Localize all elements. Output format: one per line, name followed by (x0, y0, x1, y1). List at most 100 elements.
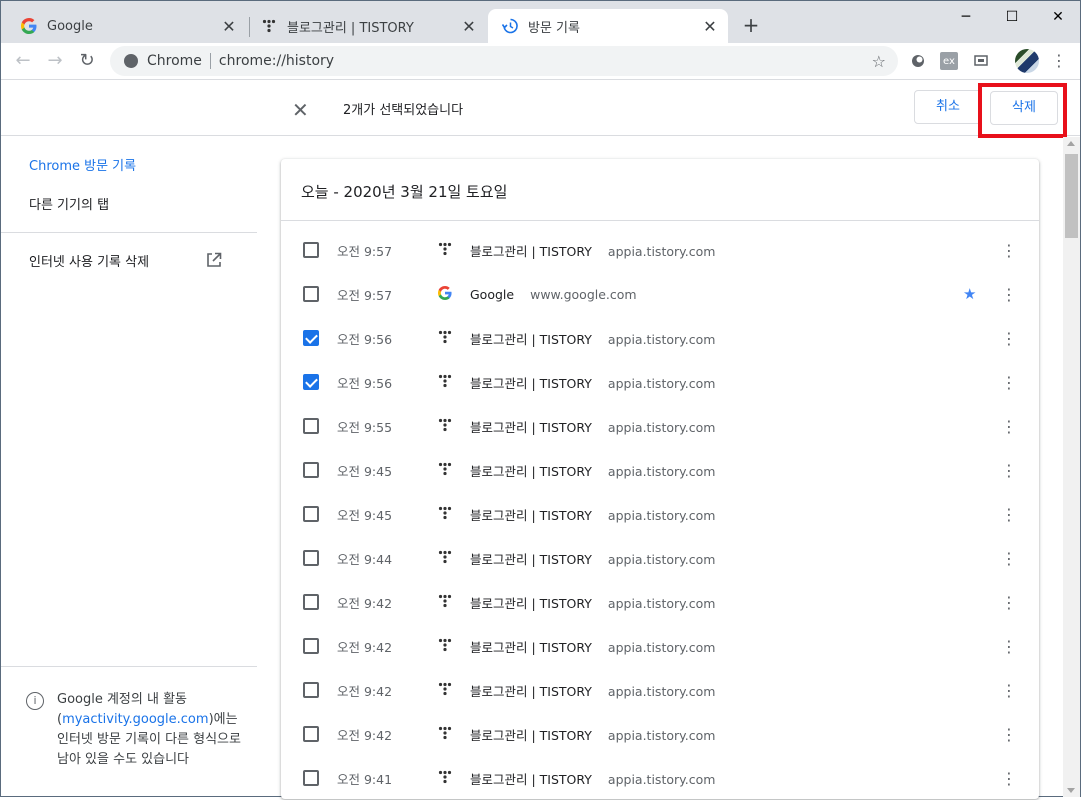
close-icon[interactable]: ✕ (459, 17, 479, 36)
bookmark-star-icon[interactable]: ☆ (872, 52, 886, 71)
minimize-icon[interactable]: ─ (943, 5, 989, 29)
row-title-link[interactable]: 블로그관리 | TISTORY appia.tistory.com (470, 505, 715, 524)
more-actions-icon[interactable]: ⋮ (1001, 637, 1017, 656)
chrome-menu-icon[interactable]: ⋮ (1051, 51, 1067, 70)
row-checkbox[interactable] (303, 550, 319, 566)
row-title[interactable]: 블로그관리 | TISTORY (470, 684, 592, 699)
cancel-button[interactable]: 취소 (914, 90, 982, 124)
scroll-up-arrow-icon[interactable] (1067, 141, 1075, 146)
open-in-new-icon[interactable] (206, 252, 222, 268)
row-title-link[interactable]: 블로그관리 | TISTORY appia.tistory.com (470, 461, 715, 480)
row-title[interactable]: 블로그관리 | TISTORY (470, 508, 592, 523)
row-title[interactable]: Google (470, 287, 514, 302)
row-title-link[interactable]: 블로그관리 | TISTORY appia.tistory.com (470, 417, 715, 436)
row-title-link[interactable]: 블로그관리 | TISTORY appia.tistory.com (470, 241, 715, 260)
row-checkbox[interactable] (303, 594, 319, 610)
more-actions-icon[interactable]: ⋮ (1001, 769, 1017, 788)
row-title-link[interactable]: 블로그관리 | TISTORY appia.tistory.com (470, 329, 715, 348)
row-title[interactable]: 블로그관리 | TISTORY (470, 376, 592, 391)
more-actions-icon[interactable]: ⋮ (1001, 329, 1017, 348)
clear-selection-icon[interactable]: ✕ (292, 98, 309, 122)
row-title-link[interactable]: 블로그관리 | TISTORY appia.tistory.com (470, 593, 715, 612)
reload-icon[interactable]: ↻ (75, 49, 99, 73)
row-title[interactable]: 블로그관리 | TISTORY (470, 772, 592, 787)
row-title-link[interactable]: 블로그관리 | TISTORY appia.tistory.com (470, 549, 715, 568)
row-title-link[interactable]: Google www.google.com (470, 287, 637, 302)
row-title[interactable]: 블로그관리 | TISTORY (470, 420, 592, 435)
sidebar-item-clear-data[interactable]: 인터넷 사용 기록 삭제 (29, 251, 149, 270)
history-row[interactable]: 오전 9:45 블로그관리 | TISTORY appia.tistory.com ⋮ (281, 448, 1039, 492)
row-title-link[interactable]: 블로그관리 | TISTORY appia.tistory.com (470, 373, 715, 392)
row-checkbox[interactable] (303, 374, 319, 390)
row-title[interactable]: 블로그관리 | TISTORY (470, 728, 592, 743)
row-checkbox[interactable] (303, 638, 319, 654)
history-row[interactable]: 오전 9:55 블로그관리 | TISTORY appia.tistory.com ⋮ (281, 404, 1039, 448)
row-checkbox[interactable] (303, 330, 319, 346)
history-row[interactable]: 오전 9:42 블로그관리 | TISTORY appia.tistory.com ⋮ (281, 668, 1039, 712)
row-time: 오전 9:56 (337, 375, 393, 391)
scrollbar[interactable] (1063, 137, 1080, 797)
bookmark-star-icon[interactable]: ★ (963, 285, 976, 303)
history-row[interactable]: 오전 9:57 블로그관리 | TISTORY appia.tistory.com ⋮ (281, 228, 1039, 272)
row-title[interactable]: 블로그관리 | TISTORY (470, 640, 592, 655)
forward-icon[interactable]: → (43, 49, 67, 73)
more-actions-icon[interactable]: ⋮ (1001, 373, 1017, 392)
more-actions-icon[interactable]: ⋮ (1001, 593, 1017, 612)
history-row[interactable]: 오전 9:56 블로그관리 | TISTORY appia.tistory.com ⋮ (281, 360, 1039, 404)
row-title[interactable]: 블로그관리 | TISTORY (470, 244, 592, 259)
extension-screen-icon[interactable] (972, 52, 990, 70)
scroll-thumb[interactable] (1065, 154, 1078, 238)
row-title-link[interactable]: 블로그관리 | TISTORY appia.tistory.com (470, 769, 715, 788)
row-title[interactable]: 블로그관리 | TISTORY (470, 332, 592, 347)
extension-ex-icon[interactable]: ex (940, 52, 958, 70)
scroll-down-arrow-icon[interactable] (1067, 788, 1075, 793)
sidebar-item-chrome-history[interactable]: Chrome 방문 기록 (29, 155, 136, 174)
more-actions-icon[interactable]: ⋮ (1001, 461, 1017, 480)
row-title[interactable]: 블로그관리 | TISTORY (470, 552, 592, 567)
more-actions-icon[interactable]: ⋮ (1001, 241, 1017, 260)
back-icon[interactable]: ← (11, 49, 35, 73)
history-row[interactable]: 오전 9:42 블로그관리 | TISTORY appia.tistory.com ⋮ (281, 580, 1039, 624)
row-checkbox[interactable] (303, 770, 319, 786)
row-checkbox[interactable] (303, 726, 319, 742)
more-actions-icon[interactable]: ⋮ (1001, 725, 1017, 744)
close-icon[interactable]: ✕ (219, 17, 239, 36)
new-tab-icon[interactable]: + (739, 13, 763, 37)
row-checkbox[interactable] (303, 506, 319, 522)
row-title-link[interactable]: 블로그관리 | TISTORY appia.tistory.com (470, 637, 715, 656)
maximize-icon[interactable]: ☐ (989, 5, 1035, 29)
more-actions-icon[interactable]: ⋮ (1001, 285, 1017, 304)
row-checkbox[interactable] (303, 462, 319, 478)
history-row[interactable]: 오전 9:42 블로그관리 | TISTORY appia.tistory.com ⋮ (281, 624, 1039, 668)
row-title[interactable]: 블로그관리 | TISTORY (470, 596, 592, 611)
row-checkbox[interactable] (303, 286, 319, 302)
more-actions-icon[interactable]: ⋮ (1001, 549, 1017, 568)
tab-google[interactable]: Google ✕ (1, 9, 247, 43)
tab-tistory[interactable]: 블로그관리 | TISTORY ✕ (251, 9, 487, 43)
sidebar-item-other-devices[interactable]: 다른 기기의 탭 (29, 194, 109, 213)
row-checkbox[interactable] (303, 682, 319, 698)
extension-circle-icon[interactable] (909, 52, 927, 70)
history-row[interactable]: 오전 9:56 블로그관리 | TISTORY appia.tistory.com ⋮ (281, 316, 1039, 360)
url-text[interactable]: chrome://history (219, 53, 334, 69)
myactivity-link[interactable]: myactivity.google.com (62, 712, 208, 727)
address-bar[interactable]: Chrome chrome://history ☆ (110, 46, 898, 76)
row-title[interactable]: 블로그관리 | TISTORY (470, 464, 592, 479)
history-row[interactable]: 오전 9:57 Google www.google.com ★ ⋮ (281, 272, 1039, 316)
row-checkbox[interactable] (303, 418, 319, 434)
profile-avatar[interactable] (1015, 49, 1039, 73)
more-actions-icon[interactable]: ⋮ (1001, 505, 1017, 524)
window-close-icon[interactable]: ✕ (1035, 5, 1081, 29)
history-row[interactable]: 오전 9:44 블로그관리 | TISTORY appia.tistory.com ⋮ (281, 536, 1039, 580)
history-row[interactable]: 오전 9:45 블로그관리 | TISTORY appia.tistory.com ⋮ (281, 492, 1039, 536)
info-icon: i (26, 692, 44, 710)
history-row[interactable]: 오전 9:41 블로그관리 | TISTORY appia.tistory.com ⋮ (281, 756, 1039, 800)
more-actions-icon[interactable]: ⋮ (1001, 417, 1017, 436)
more-actions-icon[interactable]: ⋮ (1001, 681, 1017, 700)
row-title-link[interactable]: 블로그관리 | TISTORY appia.tistory.com (470, 725, 715, 744)
row-title-link[interactable]: 블로그관리 | TISTORY appia.tistory.com (470, 681, 715, 700)
row-checkbox[interactable] (303, 242, 319, 258)
history-row[interactable]: 오전 9:42 블로그관리 | TISTORY appia.tistory.com ⋮ (281, 712, 1039, 756)
close-icon[interactable]: ✕ (700, 17, 720, 36)
tab-history[interactable]: 방문 기록 ✕ (488, 9, 728, 43)
